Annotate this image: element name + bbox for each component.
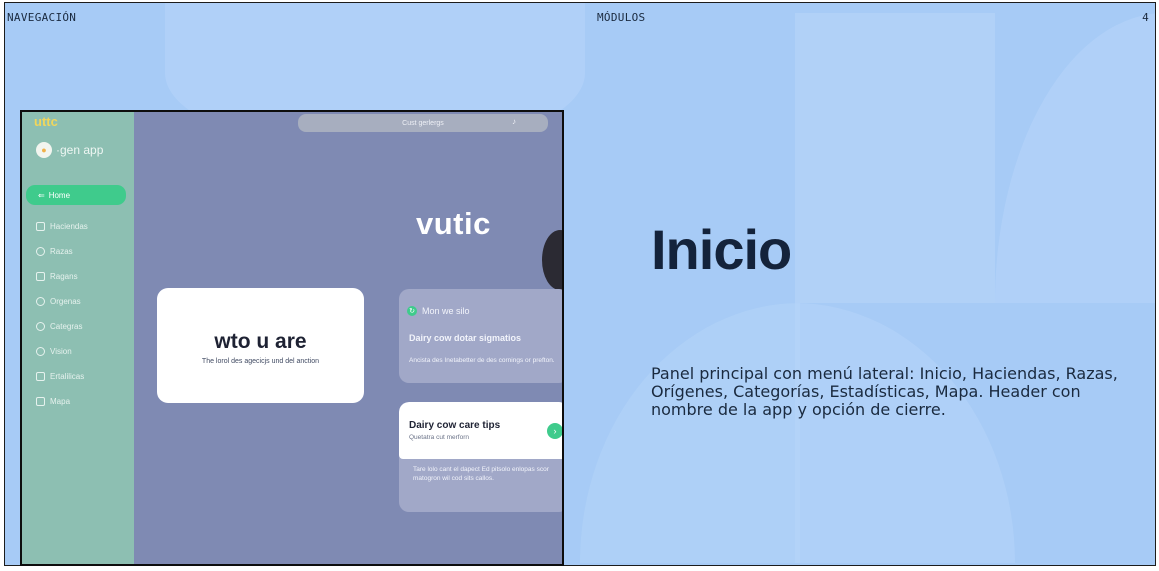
sidebar-item-label: Ertalilicas bbox=[50, 372, 85, 381]
info-card-header: ↻ Mon we silo bbox=[407, 306, 470, 316]
sidebar-item-label: Orgenas bbox=[50, 297, 81, 306]
sidebar: uttc ● ·gen app ⇐ Home Haciendas Razas R… bbox=[22, 112, 134, 564]
tips-card[interactable]: Dairy cow care tips Quetatra cut merforn… bbox=[399, 402, 562, 512]
sidebar-item-home[interactable]: ⇐ Home bbox=[26, 185, 126, 205]
welcome-card-title: wto u are bbox=[214, 330, 307, 353]
info-card-header-label: Mon we silo bbox=[422, 306, 470, 316]
slide-description: Panel principal con menú lateral: Inicio… bbox=[651, 364, 1118, 419]
sidebar-item-label: Categras bbox=[50, 322, 83, 331]
gear-icon bbox=[36, 322, 45, 331]
page-number: 4 bbox=[1142, 11, 1149, 24]
tag-icon bbox=[36, 247, 45, 256]
globe-icon bbox=[36, 297, 45, 306]
app-screenshot: uttc ● ·gen app ⇐ Home Haciendas Razas R… bbox=[20, 110, 564, 566]
sidebar-item-label: Vision bbox=[50, 347, 72, 356]
info-card-desc: Ancista des Inetabetter de des cornings … bbox=[409, 357, 555, 364]
sidebar-item-categras[interactable]: Categras bbox=[36, 322, 82, 331]
tips-card-title: Dairy cow care tips bbox=[409, 420, 501, 431]
search-input[interactable]: Cust gerlergs ♪ bbox=[298, 114, 548, 132]
header-module-label: MÓDULOS bbox=[597, 11, 646, 24]
app-name-label: ·gen app bbox=[56, 143, 104, 157]
sidebar-item-ertalilicas[interactable]: Ertalilicas bbox=[36, 372, 84, 381]
list-icon bbox=[36, 272, 45, 281]
info-card[interactable]: ↻ Mon we silo Dairy cow dotar sigmatios … bbox=[399, 289, 562, 383]
bg-shape bbox=[795, 303, 1015, 563]
sidebar-item-orgenas[interactable]: Orgenas bbox=[36, 297, 81, 306]
tips-card-desc: Tare lolo cant el dapect Ed pitsolo enlo… bbox=[413, 466, 549, 482]
sidebar-item-label: Razas bbox=[50, 247, 73, 256]
barn-icon bbox=[36, 222, 45, 231]
sidebar-item-label: Mapa bbox=[50, 397, 71, 406]
location-pin-icon: ● bbox=[36, 142, 52, 158]
sidebar-item-ragans[interactable]: Ragans bbox=[36, 272, 78, 281]
bg-shape bbox=[795, 13, 995, 303]
refresh-icon: ↻ bbox=[407, 306, 417, 316]
bg-shape bbox=[995, 13, 1155, 303]
search-placeholder: Cust gerlergs bbox=[402, 119, 444, 127]
sidebar-item-mapa[interactable]: Mapa bbox=[36, 397, 70, 406]
sidebar-item-haciendas[interactable]: Haciendas bbox=[36, 222, 88, 231]
app-name: ● ·gen app bbox=[36, 142, 103, 158]
welcome-card[interactable]: wto u are The lorol des agecicjs und del… bbox=[157, 288, 364, 403]
decorative-blob bbox=[542, 230, 562, 290]
tips-card-header: Dairy cow care tips Quetatra cut merforn… bbox=[399, 402, 562, 459]
sidebar-item-razas[interactable]: Razas bbox=[36, 247, 73, 256]
app-logo: uttc bbox=[34, 114, 58, 129]
sidebar-item-label: Haciendas bbox=[50, 222, 88, 231]
slide-title: Inicio bbox=[651, 218, 792, 281]
welcome-card-subtitle: The lorol des agecicjs und del anction bbox=[201, 358, 320, 365]
mic-icon[interactable]: ♪ bbox=[512, 117, 516, 126]
tips-card-subtitle: Quetatra cut merforn bbox=[409, 434, 469, 441]
arrow-right-icon[interactable]: › bbox=[547, 423, 562, 439]
sidebar-item-label: Ragans bbox=[50, 272, 78, 281]
info-card-title: Dairy cow dotar sigmatios bbox=[409, 333, 522, 343]
map-icon bbox=[36, 397, 45, 406]
chart-icon bbox=[36, 372, 45, 381]
header-section-label: NAVEGACIÓN bbox=[7, 11, 77, 24]
sidebar-item-vision[interactable]: Vision bbox=[36, 347, 72, 356]
bg-shape bbox=[580, 303, 800, 563]
brand-title: vutic bbox=[416, 206, 491, 241]
eye-icon bbox=[36, 347, 45, 356]
sidebar-item-label: Home bbox=[48, 190, 71, 200]
arrow-left-icon: ⇐ bbox=[38, 190, 45, 200]
